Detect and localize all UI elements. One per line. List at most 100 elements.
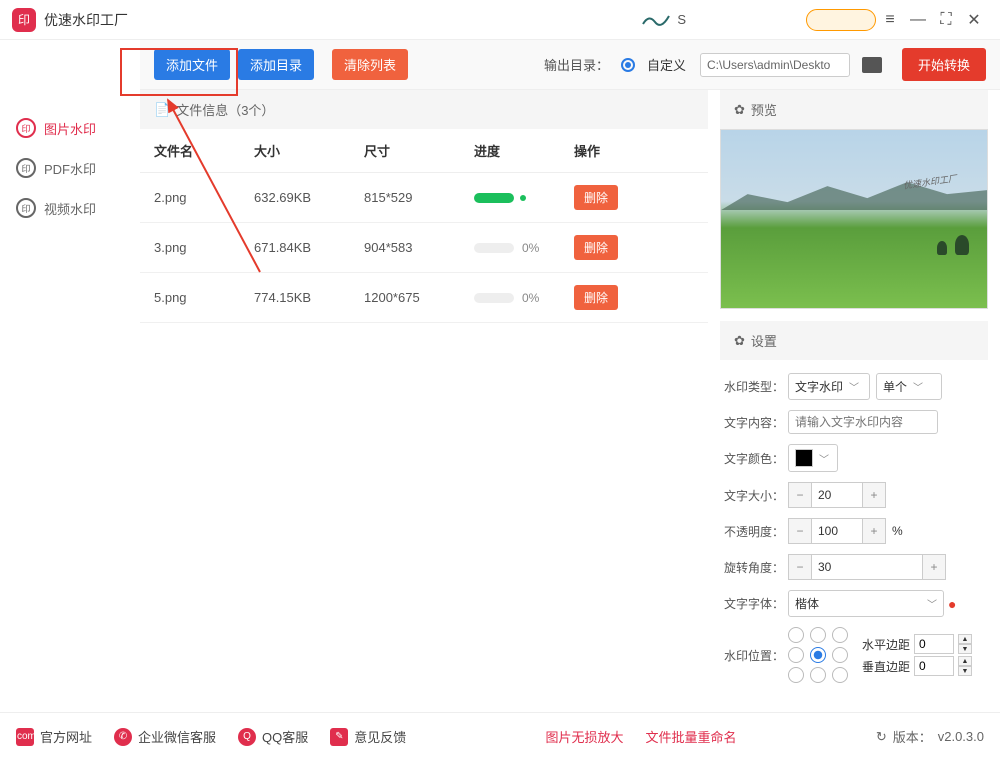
footer: .com官方网址 ✆企业微信客服 QQQ客服 ✎意见反馈 图片无损放大 文件批量… xyxy=(0,712,1000,760)
add-dir-button[interactable]: 添加目录 xyxy=(238,49,314,80)
progress-done-icon xyxy=(520,195,526,201)
chevron-down-icon: ﹀ xyxy=(913,379,923,394)
add-file-button[interactable]: 添加文件 xyxy=(154,49,230,80)
progress-bar xyxy=(474,293,514,303)
sidebar-item-video-watermark[interactable]: 印 视频水印 xyxy=(0,188,140,228)
wm-font-select[interactable]: 楷体﹀ xyxy=(788,590,944,617)
preview-image: 优速水印工厂 xyxy=(720,129,988,309)
file-info-header: 📄 文件信息（3个） xyxy=(140,90,708,129)
table-row: 3.png671.84KB904*5830%删除 xyxy=(140,223,708,273)
spin-up-icon[interactable]: ▲ xyxy=(958,656,972,666)
sidebar-item-image-watermark[interactable]: 印 图片水印 xyxy=(0,108,140,148)
wm-mode-select[interactable]: 单个﹀ xyxy=(876,373,942,400)
pos-cell[interactable] xyxy=(788,667,804,683)
spin-up-icon[interactable]: ▲ xyxy=(958,634,972,644)
table-row: 5.png774.15KB1200*6750%删除 xyxy=(140,273,708,323)
cell-size: 632.69KB xyxy=(254,190,364,205)
refresh-icon[interactable]: ↻ xyxy=(876,729,887,745)
toolbar: 添加文件 添加目录 清除列表 输出目录： 自定义 开始转换 xyxy=(140,40,1000,90)
wm-type-select[interactable]: 文字水印﹀ xyxy=(788,373,870,400)
output-path-input[interactable] xyxy=(700,53,850,77)
chevron-down-icon: ﹀ xyxy=(927,596,937,611)
spin-down-icon[interactable]: ▼ xyxy=(958,666,972,676)
wm-color-label: 文字颜色： xyxy=(724,450,788,467)
stepper-minus-icon[interactable]: − xyxy=(788,554,812,580)
wm-rotate-stepper[interactable]: − 30 + xyxy=(788,554,946,580)
pos-cell[interactable] xyxy=(788,647,804,663)
wm-position-grid[interactable] xyxy=(788,627,850,683)
close-icon[interactable]: ✕ xyxy=(960,6,988,34)
footer-site-link[interactable]: .com官方网址 xyxy=(16,727,92,746)
start-convert-button[interactable]: 开始转换 xyxy=(902,48,986,81)
stepper-plus-icon[interactable]: + xyxy=(862,482,886,508)
output-mode-radio[interactable] xyxy=(621,58,635,72)
footer-qq-link[interactable]: QQQ客服 xyxy=(238,727,308,746)
cell-filename: 2.png xyxy=(154,190,254,205)
output-mode-text: 自定义 xyxy=(647,55,686,74)
vmargin-label: 垂直边距 xyxy=(862,658,910,675)
pos-cell-selected[interactable] xyxy=(810,647,826,663)
pos-cell[interactable] xyxy=(832,667,848,683)
stepper-minus-icon[interactable]: − xyxy=(788,482,812,508)
footer-rename-link[interactable]: 文件批量重命名 xyxy=(646,727,737,746)
footer-enlarge-link[interactable]: 图片无损放大 xyxy=(546,727,624,746)
table-header: 文件名 大小 尺寸 进度 操作 xyxy=(140,129,708,173)
file-list-panel: 📄 文件信息（3个） 文件名 大小 尺寸 进度 操作 2.png632.69KB… xyxy=(140,90,720,710)
footer-wechat-link[interactable]: ✆企业微信客服 xyxy=(114,727,216,746)
delete-button[interactable]: 删除 xyxy=(574,285,618,310)
stepper-minus-icon[interactable]: − xyxy=(788,518,812,544)
app-title: 优速水印工厂 xyxy=(44,10,128,30)
settings-header: ✿ 设置 xyxy=(720,321,988,360)
pos-cell[interactable] xyxy=(788,627,804,643)
cell-filename: 3.png xyxy=(154,240,254,255)
clear-list-button[interactable]: 清除列表 xyxy=(332,49,408,80)
wm-opacity-label: 不透明度： xyxy=(724,523,788,540)
wm-rotate-value[interactable]: 30 xyxy=(812,554,922,580)
cell-filename: 5.png xyxy=(154,290,254,305)
delete-button[interactable]: 删除 xyxy=(574,235,618,260)
col-progress: 进度 xyxy=(474,141,574,160)
wm-type-label: 水印类型： xyxy=(724,378,788,395)
gear-icon: ✿ xyxy=(734,102,745,118)
pos-cell[interactable] xyxy=(810,627,826,643)
opacity-unit: % xyxy=(892,524,903,538)
wm-size-label: 文字大小： xyxy=(724,487,788,504)
stepper-plus-icon[interactable]: + xyxy=(862,518,886,544)
pos-cell[interactable] xyxy=(810,667,826,683)
pos-cell[interactable] xyxy=(832,627,848,643)
wm-size-stepper[interactable]: − 20 + xyxy=(788,482,886,508)
preview-title: 预览 xyxy=(751,100,777,119)
titlebar: 印 优速水印工厂 S ≡ — ⛶ ✕ xyxy=(0,0,1000,40)
chevron-down-icon: ﹀ xyxy=(849,379,859,394)
maximize-icon[interactable]: ⛶ xyxy=(932,6,960,34)
wm-color-select[interactable]: ﹀ xyxy=(788,444,838,472)
delete-button[interactable]: 删除 xyxy=(574,185,618,210)
wm-font-label: 文字字体： xyxy=(724,595,788,612)
wm-content-input[interactable] xyxy=(788,410,938,434)
file-icon: 📄 xyxy=(154,102,170,118)
browse-folder-icon[interactable] xyxy=(862,57,882,73)
spin-down-icon[interactable]: ▼ xyxy=(958,644,972,654)
pos-cell[interactable] xyxy=(832,647,848,663)
wm-opacity-stepper[interactable]: − 100 + xyxy=(788,518,886,544)
wm-size-value[interactable]: 20 xyxy=(812,482,862,508)
video-watermark-icon: 印 xyxy=(16,198,36,218)
stepper-plus-icon[interactable]: + xyxy=(922,554,946,580)
color-swatch xyxy=(795,449,813,467)
minimize-icon[interactable]: — xyxy=(904,6,932,34)
wm-opacity-value[interactable]: 100 xyxy=(812,518,862,544)
vmargin-input[interactable] xyxy=(914,656,954,676)
settings-title: 设置 xyxy=(751,331,777,350)
col-filename: 文件名 xyxy=(154,141,254,160)
wm-content-label: 文字内容： xyxy=(724,414,788,431)
sidebar-label: 视频水印 xyxy=(44,199,96,218)
app-logo-icon: 印 xyxy=(12,8,36,32)
sidebar-item-pdf-watermark[interactable]: 印 PDF水印 xyxy=(0,148,140,188)
footer-feedback-link[interactable]: ✎意见反馈 xyxy=(330,727,406,746)
sidebar: 印 图片水印 印 PDF水印 印 视频水印 xyxy=(0,90,140,710)
qq-icon: Q xyxy=(238,728,256,746)
titlebar-badge[interactable] xyxy=(806,9,876,31)
menu-icon[interactable]: ≡ xyxy=(876,6,904,34)
hmargin-input[interactable] xyxy=(914,634,954,654)
col-operation: 操作 xyxy=(574,141,634,160)
